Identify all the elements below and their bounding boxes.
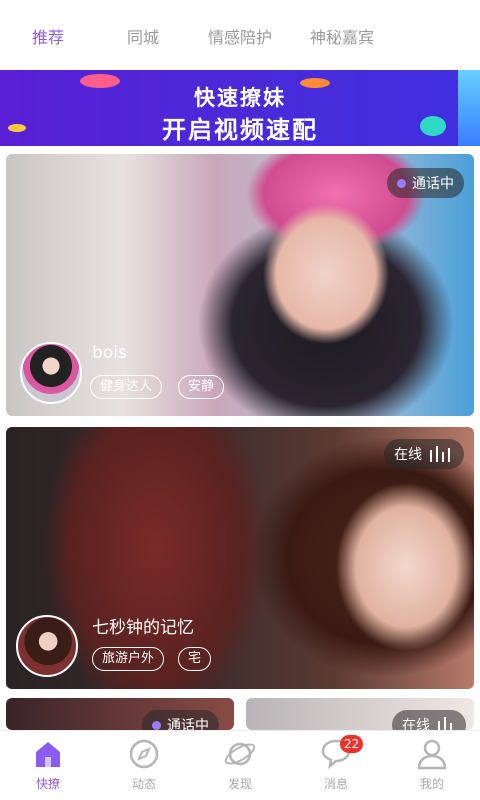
top-tab-bar: 推荐 同城 情感陪护 神秘嘉宾 [0, 0, 480, 70]
status-text: 通话中 [167, 718, 209, 730]
bottom-nav-bar: 快撩 动态 发现 22 消息 我的 [0, 730, 480, 800]
nav-label: 我的 [419, 777, 444, 791]
signal-bars-icon [430, 446, 454, 462]
nav-item-dongtai[interactable]: 动态 [114, 737, 174, 792]
avatar[interactable] [20, 342, 82, 404]
interest-tag: 宅 [178, 647, 212, 671]
banner-headline: 快速撩妹 [194, 86, 286, 110]
interest-tag: 健身达人 [90, 375, 163, 399]
profile-card[interactable]: 通话中 [6, 698, 234, 730]
nav-label: 消息 [323, 777, 348, 791]
status-text: 在线 [402, 718, 430, 730]
nav-item-xiaoxi[interactable]: 22 消息 [306, 735, 366, 792]
nav-label: 动态 [131, 777, 156, 791]
unread-count-badge: 22 [340, 735, 364, 753]
interest-tag: 旅游户外 [92, 647, 165, 671]
tab-mystery-guest[interactable]: 神秘嘉宾 [310, 24, 374, 48]
tab-recommend[interactable]: 推荐 [32, 24, 64, 48]
status-badge: 通话中 [142, 710, 219, 730]
profile-card[interactable]: 在线 [246, 698, 474, 730]
status-text: 通话中 [412, 176, 454, 192]
nav-label: 快撩 [35, 777, 60, 791]
interest-tag: 安静 [178, 375, 225, 399]
profile-card[interactable]: 在线 七秒钟的记忆 旅游户外 宅 [6, 427, 474, 689]
nav-label: 发现 [227, 777, 252, 791]
status-text: 在线 [394, 447, 422, 463]
signal-bars-icon [438, 717, 456, 730]
tab-emotional-companion[interactable]: 情感陪护 [208, 24, 272, 48]
status-badge: 通话中 [387, 168, 464, 198]
tab-same-city[interactable]: 同城 [127, 24, 159, 48]
profile-name: bois [92, 343, 127, 363]
status-dot-icon [152, 720, 161, 730]
status-badge: 在线 [392, 710, 466, 730]
home-icon [36, 742, 60, 767]
planet-icon [224, 742, 256, 766]
profile-name: 七秒钟的记忆 [92, 618, 194, 638]
avatar[interactable] [16, 615, 78, 677]
nav-item-faxian[interactable]: 发现 [210, 737, 270, 792]
status-badge: 在线 [384, 439, 464, 469]
profile-card[interactable]: 通话中 bois 健身达人 安静 [6, 154, 474, 416]
user-icon [417, 739, 447, 770]
nav-item-kuailiao[interactable]: 快撩 [18, 737, 78, 792]
compass-icon [129, 739, 159, 769]
nav-item-wode[interactable]: 我的 [402, 737, 462, 792]
banner-subheadline: 开启视频速配 [162, 116, 318, 144]
promo-banner[interactable]: 快速撩妹 开启视频速配 [0, 70, 480, 146]
status-dot-icon [397, 178, 406, 188]
